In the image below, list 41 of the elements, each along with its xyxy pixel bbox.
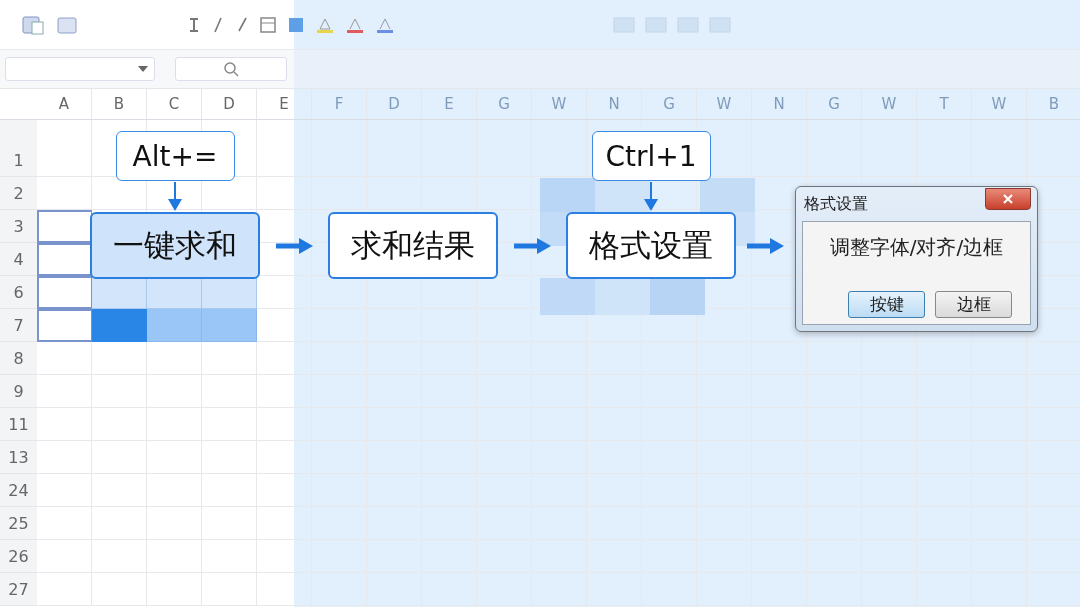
row-header[interactable]: 1 xyxy=(0,120,37,177)
row-header[interactable]: 9 xyxy=(0,375,37,408)
row-header[interactable]: 8 xyxy=(0,342,37,375)
dialog-title: 格式设置 xyxy=(803,193,868,215)
column-header[interactable]: A xyxy=(37,89,92,119)
dialog-message: 调整字体/对齐/边框 xyxy=(829,234,1004,261)
row-header[interactable]: 6 xyxy=(0,276,37,309)
clipboard-icon[interactable] xyxy=(54,14,80,35)
row-header[interactable]: 25 xyxy=(0,507,37,540)
paste-icon[interactable] xyxy=(20,14,46,35)
right-arrow xyxy=(275,237,313,254)
row-header[interactable]: 27 xyxy=(0,573,37,606)
down-arrow xyxy=(644,182,658,211)
search-field[interactable] xyxy=(175,57,287,81)
row-header[interactable]: 13 xyxy=(0,441,37,474)
column-header[interactable]: E xyxy=(257,89,312,119)
row-header[interactable]: 26 xyxy=(0,540,37,573)
name-box[interactable] xyxy=(5,57,155,81)
dialog-button[interactable]: 按键 xyxy=(848,291,925,318)
row-header[interactable]: 2 xyxy=(0,177,37,210)
column-header[interactable]: C xyxy=(147,89,202,119)
dialog-button[interactable]: 边框 xyxy=(935,291,1012,318)
right-arrow xyxy=(747,237,784,254)
close-button[interactable] xyxy=(985,188,1031,210)
row-header[interactable]: 4 xyxy=(0,243,37,276)
row-header[interactable]: 3 xyxy=(0,210,37,243)
step-box: 一键求和 xyxy=(90,212,260,279)
column-header[interactable]: B xyxy=(92,89,147,119)
step-box: 求和结果 xyxy=(328,212,498,279)
border-icon[interactable] xyxy=(258,14,278,35)
down-arrow xyxy=(168,182,182,211)
step-box: 格式设置 xyxy=(566,212,736,279)
shortcut-label: Alt+= xyxy=(115,131,235,181)
row-header[interactable]: 24 xyxy=(0,474,37,507)
shortcut-label: Ctrl+1 xyxy=(591,131,711,181)
row-header[interactable]: 7 xyxy=(0,309,37,342)
row-header[interactable]: 11 xyxy=(0,408,37,441)
search-icon xyxy=(223,61,239,77)
column-header[interactable]: D xyxy=(202,89,257,119)
close-icon xyxy=(1002,194,1014,204)
right-arrow xyxy=(513,237,551,254)
